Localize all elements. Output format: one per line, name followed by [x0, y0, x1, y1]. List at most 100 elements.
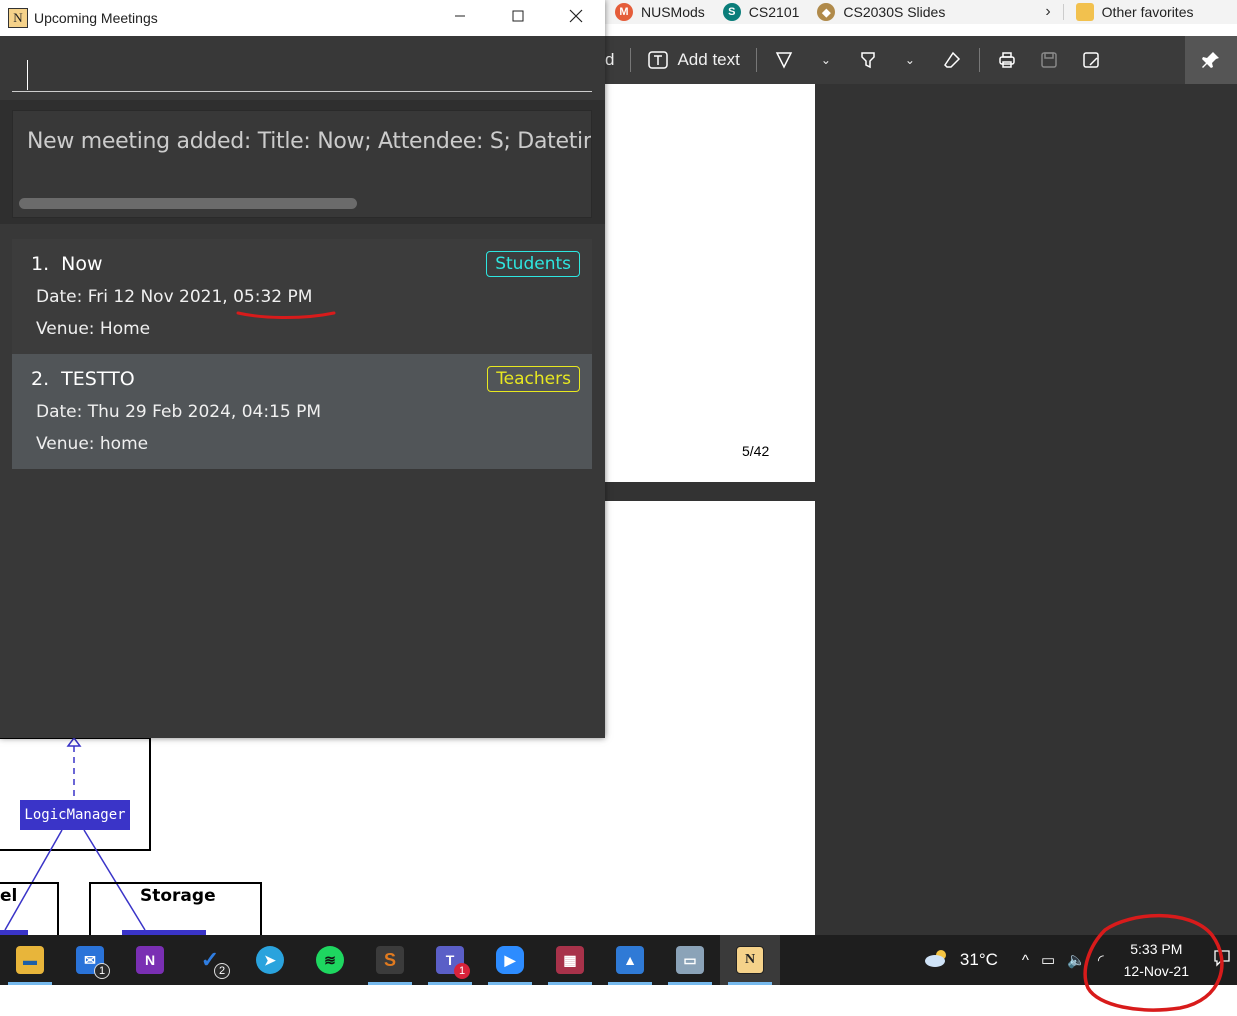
horizontal-scrollbar[interactable]	[19, 198, 357, 209]
folder-icon	[1075, 3, 1094, 21]
nusmods-icon: M	[615, 3, 633, 21]
pin-button[interactable]	[1185, 36, 1237, 84]
result-display-panel: New meeting added: Title: Now; Attendee:…	[0, 100, 605, 224]
eraser-icon[interactable]	[941, 49, 963, 71]
notification-badge: 1	[94, 963, 110, 979]
meeting-date: Date: Fri 12 Nov 2021, 05:32 PM	[36, 287, 313, 307]
pdf-page	[605, 501, 815, 935]
title-bar[interactable]: N Upcoming Meetings	[0, 0, 605, 36]
save-icon[interactable]	[1038, 49, 1060, 71]
maximize-button[interactable]	[489, 0, 547, 36]
taskbar-mail[interactable]: ✉ 1	[60, 935, 120, 985]
chevron-up-icon[interactable]: ^	[1022, 952, 1029, 969]
meeting-name: TESTTO	[61, 368, 135, 390]
notification-center-button[interactable]	[1207, 935, 1237, 985]
github-icon: ◆	[817, 3, 836, 21]
telegram-icon: ➤	[256, 946, 284, 974]
upcoming-meetings-window: N Upcoming Meetings New meeting added: T…	[0, 0, 605, 738]
meeting-date: Date: Thu 29 Feb 2024, 04:15 PM	[36, 402, 322, 422]
photos-icon: ▲	[616, 946, 644, 974]
minimize-icon	[454, 9, 466, 27]
maximize-icon	[512, 9, 524, 27]
storage-label: Storage	[140, 886, 216, 906]
divider	[755, 48, 757, 72]
taskbar-telegram[interactable]: ➤	[240, 935, 300, 985]
file-explorer-icon: ▬	[16, 946, 44, 974]
print-icon[interactable]	[996, 49, 1018, 71]
bookmark-other-favorites[interactable]: Other favorites	[1075, 3, 1194, 21]
volume-icon[interactable]: 🔈	[1067, 951, 1086, 969]
battery-icon[interactable]: ▭	[1041, 951, 1055, 969]
meeting-index: 1.	[31, 253, 50, 275]
notification-badge: 1	[454, 963, 470, 979]
close-button[interactable]	[547, 0, 605, 36]
close-icon	[569, 9, 583, 28]
taskbar-sublime[interactable]: S	[360, 935, 420, 985]
notification-badge: 2	[214, 963, 230, 979]
taskbar-spotify[interactable]: ≋	[300, 935, 360, 985]
meeting-card[interactable]: 1. Now Date: Fri 12 Nov 2021, 05:32 PM V…	[12, 239, 592, 354]
system-tray: 31°C ^ ▭ 🔈 ◜ 5:33 PM 12-Nov-21	[924, 935, 1237, 985]
taskbar-photos[interactable]: ▲	[600, 935, 660, 985]
model-label: el	[0, 886, 18, 906]
taskbar-teams[interactable]: T 1	[420, 935, 480, 985]
wifi-icon[interactable]: ◜	[1098, 951, 1104, 969]
command-input[interactable]	[12, 44, 592, 92]
weather-widget[interactable]: 31°C	[924, 948, 998, 973]
save-as-icon[interactable]	[1080, 49, 1102, 71]
app-icon: N	[8, 8, 28, 28]
meeting-tag: Teachers	[487, 366, 580, 392]
chevron-down-icon[interactable]: ⌄	[815, 49, 837, 71]
screen-edge	[0, 985, 1237, 1016]
bookmarks-bar: M NUSMods S CS2101 ◆ CS2030S Slides › Ot…	[605, 0, 1237, 24]
onenote-icon: N	[136, 946, 164, 974]
chevron-down-icon[interactable]: ⌄	[899, 49, 921, 71]
notification-icon	[1213, 949, 1231, 972]
text-box-icon	[647, 49, 669, 71]
zoom-icon: ▶	[496, 946, 524, 974]
taskbar-winrar[interactable]: ▦	[540, 935, 600, 985]
window-controls	[431, 0, 605, 36]
taskbar-onenote[interactable]: N	[120, 935, 180, 985]
taskbar-upcoming-meetings[interactable]: N	[720, 935, 780, 985]
logic-manager-box: LogicManager	[20, 800, 130, 830]
sharepoint-icon: S	[722, 3, 741, 21]
screen: M NUSMods S CS2101 ◆ CS2030S Slides › Ot…	[0, 0, 1237, 1016]
result-text: New meeting added: Title: Now; Attendee:…	[27, 129, 591, 154]
taskbar-file-explorer[interactable]: ▬	[0, 935, 60, 985]
command-area	[0, 36, 605, 100]
diagram-lines	[0, 738, 262, 935]
divider	[1062, 4, 1064, 20]
page-number: 5/42	[742, 443, 770, 459]
taskbar-remote-desktop[interactable]: ▭	[660, 935, 720, 985]
result-display[interactable]: New meeting added: Title: Now; Attendee:…	[12, 110, 592, 218]
draw-icon[interactable]	[773, 49, 795, 71]
meeting-card[interactable]: 2. TESTTO Date: Thu 29 Feb 2024, 04:15 P…	[12, 354, 592, 469]
chevron-right-icon[interactable]: ›	[1045, 3, 1050, 21]
bookmark-nusmods[interactable]: M NUSMods	[615, 3, 705, 21]
add-text-button[interactable]: Add text	[647, 49, 740, 71]
meeting-tag: Students	[486, 251, 580, 277]
add-text-label: Add text	[677, 50, 740, 69]
bookmark-label: CS2030S Slides	[843, 4, 946, 20]
bookmark-cs2101[interactable]: S CS2101	[722, 3, 799, 21]
sublime-icon: S	[376, 946, 404, 974]
meeting-name: Now	[61, 253, 103, 275]
meeting-list: 1. Now Date: Fri 12 Nov 2021, 05:32 PM V…	[12, 239, 592, 469]
highlight-icon[interactable]	[857, 49, 879, 71]
meeting-venue: Venue: home	[36, 434, 149, 454]
taskbar-zoom[interactable]: ▶	[480, 935, 540, 985]
system-clock[interactable]: 5:33 PM 12-Nov-21	[1124, 938, 1189, 982]
bookmark-cs2030s-slides[interactable]: ◆ CS2030S Slides	[817, 3, 945, 21]
taskbar-todo[interactable]: ✓ 2	[180, 935, 240, 985]
meeting-index: 2.	[31, 368, 50, 390]
clock-date: 12-Nov-21	[1123, 963, 1189, 979]
divider	[978, 48, 980, 72]
window-title: Upcoming Meetings	[34, 10, 158, 26]
architecture-diagram: LogicManager Storage el	[0, 738, 605, 935]
spotify-icon: ≋	[316, 946, 344, 974]
bookmark-label: Other favorites	[1101, 4, 1194, 20]
minimize-button[interactable]	[431, 0, 489, 36]
temperature: 31°C	[959, 950, 998, 969]
pin-icon	[1200, 49, 1222, 71]
